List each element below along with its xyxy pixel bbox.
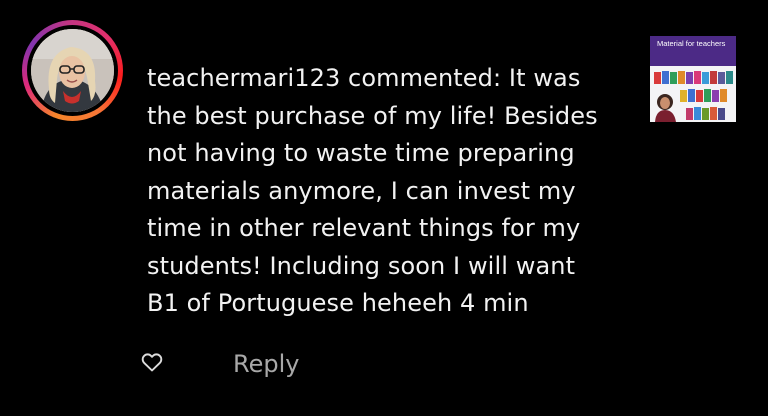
post-thumbnail-header: Material for teachers — [650, 36, 736, 66]
comment-line: teachermari123 commented: It was — [147, 64, 581, 92]
avatar-photo-image — [31, 29, 114, 112]
comment-line: students! Including soon I will want — [147, 251, 576, 280]
comment-line: time in other relevant things for my — [147, 214, 581, 242]
comment-line: not having to waste time preparing — [147, 139, 575, 167]
books-collage-image — [650, 66, 736, 122]
comment-line: materials anymore, I can invest my — [147, 176, 576, 205]
heart-outline-icon — [141, 353, 163, 372]
avatar-ring-gap — [27, 25, 118, 116]
avatar-story-ring[interactable] — [22, 20, 123, 121]
post-thumbnail-title: Material for teachers — [657, 39, 726, 48]
comment-actions: Reply — [0, 340, 768, 388]
like-button[interactable] — [140, 350, 164, 374]
avatar[interactable] — [31, 29, 114, 112]
reply-button[interactable]: Reply — [233, 349, 299, 379]
post-thumbnail[interactable]: Material for teachers — [650, 36, 736, 122]
comment-text: teachermari123 commented: It was the bes… — [147, 60, 607, 323]
comment-line: B1 of Portuguese heheeh 4 min — [147, 289, 529, 317]
comment-line: the best purchase of my life! Besides — [147, 101, 598, 130]
